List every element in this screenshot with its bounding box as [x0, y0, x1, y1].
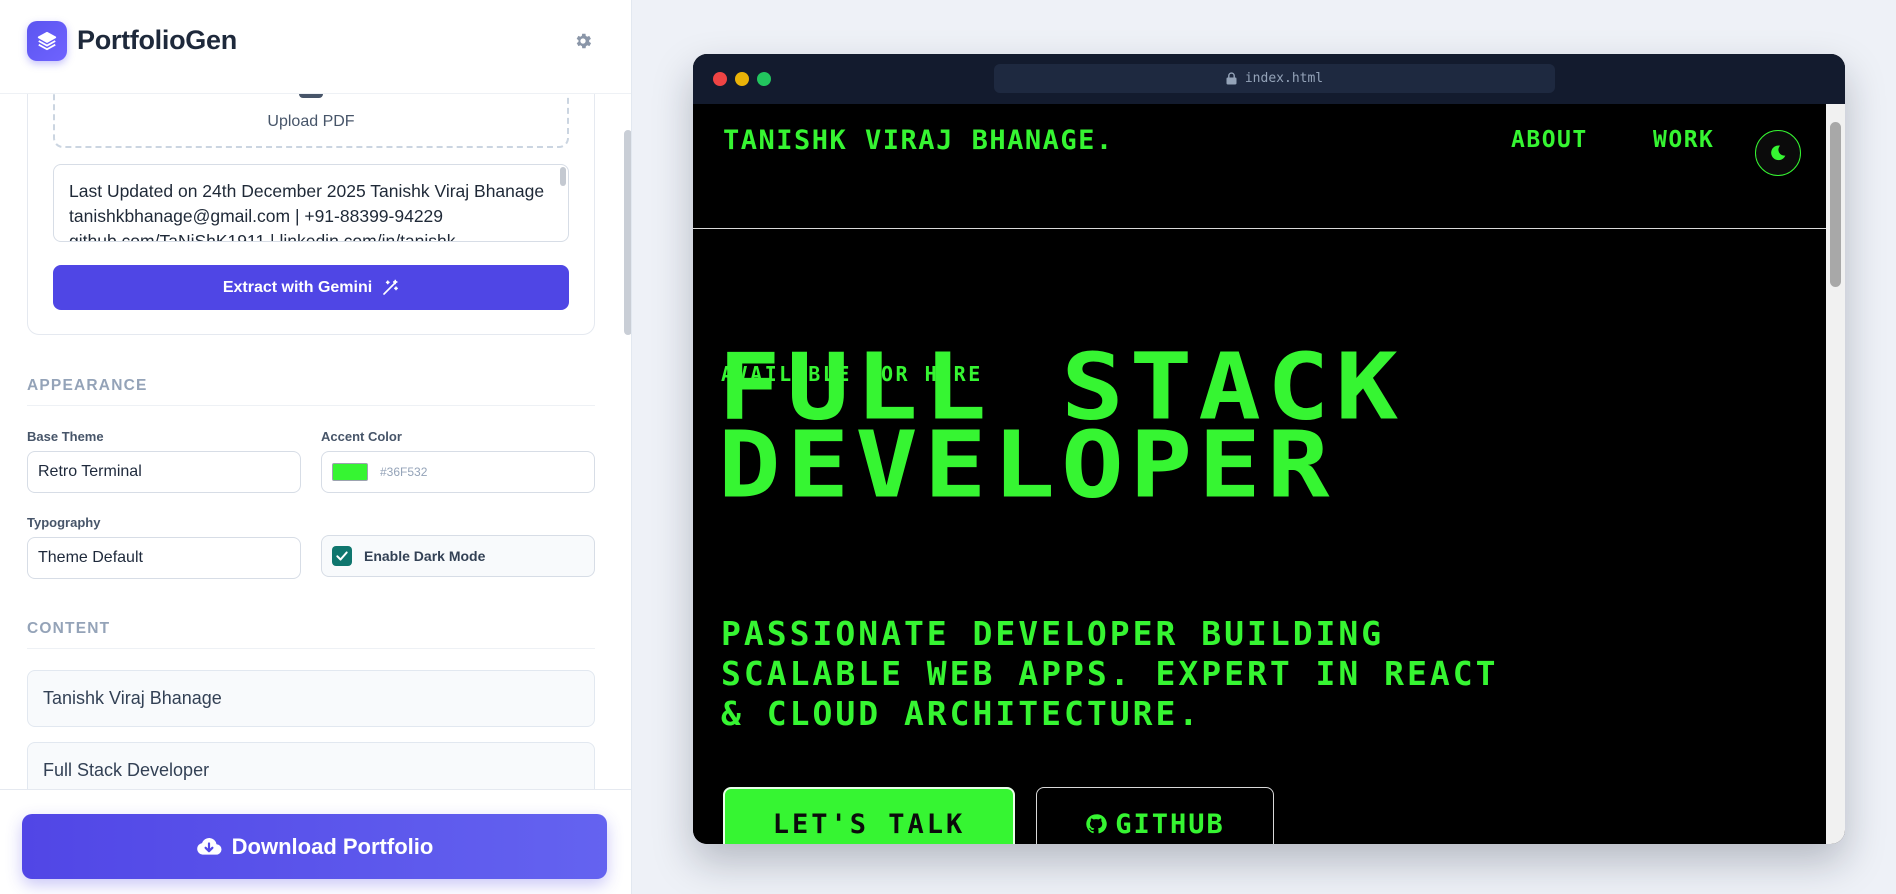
moon-icon: [1771, 145, 1786, 161]
browser-titlebar: index.html: [693, 54, 1845, 104]
accent-color-picker[interactable]: #36F532: [321, 451, 595, 493]
magic-wand-icon: [383, 279, 399, 295]
dark-mode-label: Enable Dark Mode: [364, 548, 486, 564]
portfolio-preview: TANISHK VIRAJ BHANAGE. ABOUT WORK AVAILA…: [693, 104, 1826, 844]
base-theme-value: Retro Terminal: [38, 463, 142, 480]
minimize-dot: [735, 72, 749, 86]
maximize-dot: [757, 72, 771, 86]
panel-scrollbar[interactable]: [624, 130, 631, 335]
url-text: index.html: [1244, 71, 1324, 86]
lock-icon: [1226, 72, 1237, 85]
typography-value: Theme Default: [38, 549, 143, 566]
resume-textarea[interactable]: Last Updated on 24th December 2025 Tanis…: [53, 164, 569, 242]
nav-divider: [693, 228, 1826, 229]
download-label: Download Portfolio: [231, 833, 434, 859]
app-title: PortfolioGen: [77, 25, 237, 55]
appearance-heading: APPEARANCE: [27, 377, 148, 394]
theme-toggle-button[interactable]: [1755, 130, 1801, 176]
preview-window: index.html TANISHK VIRAJ BHANAGE. ABOUT …: [693, 54, 1845, 844]
lets-talk-button[interactable]: LET'S TALK: [723, 787, 1015, 844]
nav-about[interactable]: ABOUT: [1511, 127, 1588, 153]
base-theme-select[interactable]: Retro Terminal: [27, 451, 301, 493]
download-button[interactable]: Download Portfolio: [22, 814, 607, 879]
divider: [27, 648, 595, 649]
accent-swatch[interactable]: [332, 463, 368, 481]
github-icon: [1086, 814, 1107, 834]
textarea-scrollbar[interactable]: [560, 167, 566, 186]
cloud-download-icon: [196, 837, 222, 855]
hero-line-2: DEVELOPER: [718, 411, 1336, 519]
divider: [27, 405, 595, 406]
role-value: Full Stack Developer: [43, 760, 210, 780]
site-name[interactable]: TANISHK VIRAJ BHANAGE.: [723, 125, 1114, 156]
gear-icon[interactable]: [572, 30, 594, 52]
hero-description: PASSIONATE DEVELOPER BUILDING SCALABLE W…: [721, 614, 1499, 733]
preview-scroll-thumb[interactable]: [1830, 122, 1841, 287]
name-value: Tanishk Viraj Bhanage: [43, 688, 222, 708]
app-header: PortfolioGen: [0, 0, 631, 94]
accent-hex: #36F532: [380, 465, 428, 479]
check-icon: [336, 551, 348, 561]
github-label: GITHUB: [1115, 808, 1225, 840]
github-button[interactable]: GITHUB: [1036, 787, 1274, 844]
editor-panel: Upload PDF Last Updated on 24th December…: [0, 0, 632, 894]
extract-button[interactable]: Extract with Gemini: [53, 265, 569, 310]
nav-work[interactable]: WORK: [1653, 127, 1714, 153]
preview-scrollbar[interactable]: [1826, 104, 1845, 844]
accent-color-label: Accent Color: [321, 429, 402, 444]
dark-mode-checkbox[interactable]: [332, 546, 352, 566]
address-bar: index.html: [994, 64, 1555, 93]
base-theme-label: Base Theme: [27, 429, 104, 444]
dark-mode-toggle[interactable]: Enable Dark Mode: [321, 535, 595, 577]
layers-icon: [27, 21, 67, 61]
close-dot: [713, 72, 727, 86]
typography-select[interactable]: Theme Default: [27, 537, 301, 579]
extract-label: Extract with Gemini: [222, 278, 373, 296]
hero-title: FULL STACK DEVELOPER: [718, 341, 1404, 519]
name-input[interactable]: Tanishk Viraj Bhanage: [27, 670, 595, 727]
upload-label[interactable]: Upload PDF: [53, 113, 569, 131]
content-heading: CONTENT: [27, 620, 111, 637]
typography-label: Typography: [27, 515, 101, 530]
